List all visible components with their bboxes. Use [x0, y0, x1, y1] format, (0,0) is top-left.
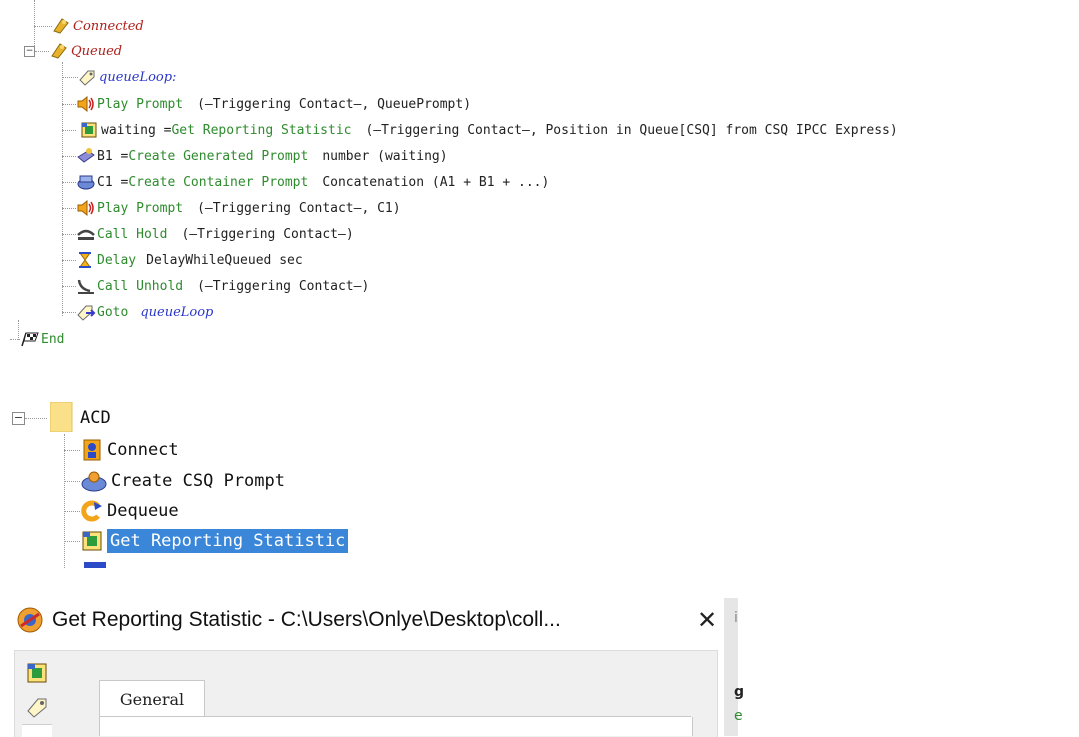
tree-node-play-prompt-c1[interactable]: Play Prompt (—Triggering Contact—, C1): [76, 196, 401, 220]
reporting-stat-icon: [25, 662, 49, 684]
palette-item-cutoff: [80, 562, 380, 568]
tree-node-goto[interactable]: Goto queueLoop: [76, 300, 213, 324]
tree-node-create-generated-prompt[interactable]: B1 = Create Generated Prompt number (wai…: [76, 144, 448, 168]
tree-node-get-reporting-statistic[interactable]: waiting = Get Reporting Statistic (—Trig…: [80, 118, 898, 142]
create-csq-prompt-icon: [80, 470, 108, 492]
cropped-text-fragment: g: [734, 684, 745, 700]
goto-icon: [76, 303, 96, 321]
dequeue-icon: [80, 500, 104, 522]
connect-icon: [80, 439, 104, 461]
palette-item-get-reporting-statistic[interactable]: Get Reporting Statistic: [80, 526, 349, 556]
app-icon: [16, 606, 44, 634]
tree-node-call-unhold[interactable]: Call Unhold (—Triggering Contact—): [76, 274, 369, 298]
tree-connector: [18, 320, 19, 340]
tree-connector: [62, 62, 63, 316]
side-tab-reporting[interactable]: [22, 660, 52, 686]
tab-general[interactable]: General: [99, 680, 205, 717]
checkered-flag-icon: [20, 330, 39, 348]
label-tag-icon: [78, 68, 96, 86]
connected-icon: [52, 17, 70, 35]
tree-node-end[interactable]: End: [20, 327, 64, 351]
tree-node-play-prompt[interactable]: Play Prompt (—Triggering Contact—, Queue…: [76, 92, 471, 116]
label-tag-icon: [25, 696, 49, 718]
close-button[interactable]: ✕: [690, 603, 724, 637]
dialog-title: Get Reporting Statistic - C:\Users\Onlye…: [52, 608, 561, 631]
dialog-title-bar[interactable]: Get Reporting Statistic - C:\Users\Onlye…: [16, 598, 732, 642]
palette-item-create-csq-prompt[interactable]: Create CSQ Prompt: [80, 466, 285, 496]
palette-item-connect[interactable]: Connect: [80, 435, 179, 465]
expander-acd[interactable]: −: [12, 412, 25, 425]
tab-panel: [99, 717, 693, 736]
call-unhold-icon: [76, 277, 94, 295]
tree-node-create-container-prompt[interactable]: C1 = Create Container Prompt Concatenati…: [76, 170, 549, 194]
tree-node-delay[interactable]: Delay DelayWhileQueued sec: [76, 248, 303, 272]
tree-connector: [35, 51, 49, 52]
queued-icon: [50, 42, 68, 60]
call-hold-icon: [76, 225, 95, 243]
container-prompt-icon: [76, 173, 95, 191]
tree-connector: [34, 0, 35, 48]
reporting-stat-icon: [80, 530, 104, 552]
reporting-stat-icon: [80, 121, 98, 139]
tree-node-call-hold[interactable]: Call Hold (—Triggering Contact—): [76, 222, 354, 246]
palette-folder-acd[interactable]: ACD: [80, 403, 111, 433]
close-icon: ✕: [696, 606, 718, 634]
side-tab-cutoff: [22, 724, 52, 737]
folder-icon: [49, 401, 73, 433]
hourglass-icon: [76, 251, 94, 269]
speaker-icon: [76, 95, 94, 113]
speaker-icon: [76, 199, 94, 217]
expander-queued[interactable]: −: [24, 46, 35, 57]
tree-node-connected[interactable]: Connected: [52, 14, 144, 38]
tree-node-queueloop-label[interactable]: queueLoop:: [78, 65, 176, 89]
tree-connector: [34, 26, 52, 27]
generated-prompt-icon: [76, 147, 95, 165]
cropped-text-fragment: i: [734, 610, 738, 626]
tree-node-queued[interactable]: Queued: [50, 39, 122, 63]
palette-item-dequeue[interactable]: Dequeue: [80, 496, 179, 526]
cropped-text-fragment: e: [734, 708, 743, 724]
side-tab-label[interactable]: [22, 694, 52, 720]
